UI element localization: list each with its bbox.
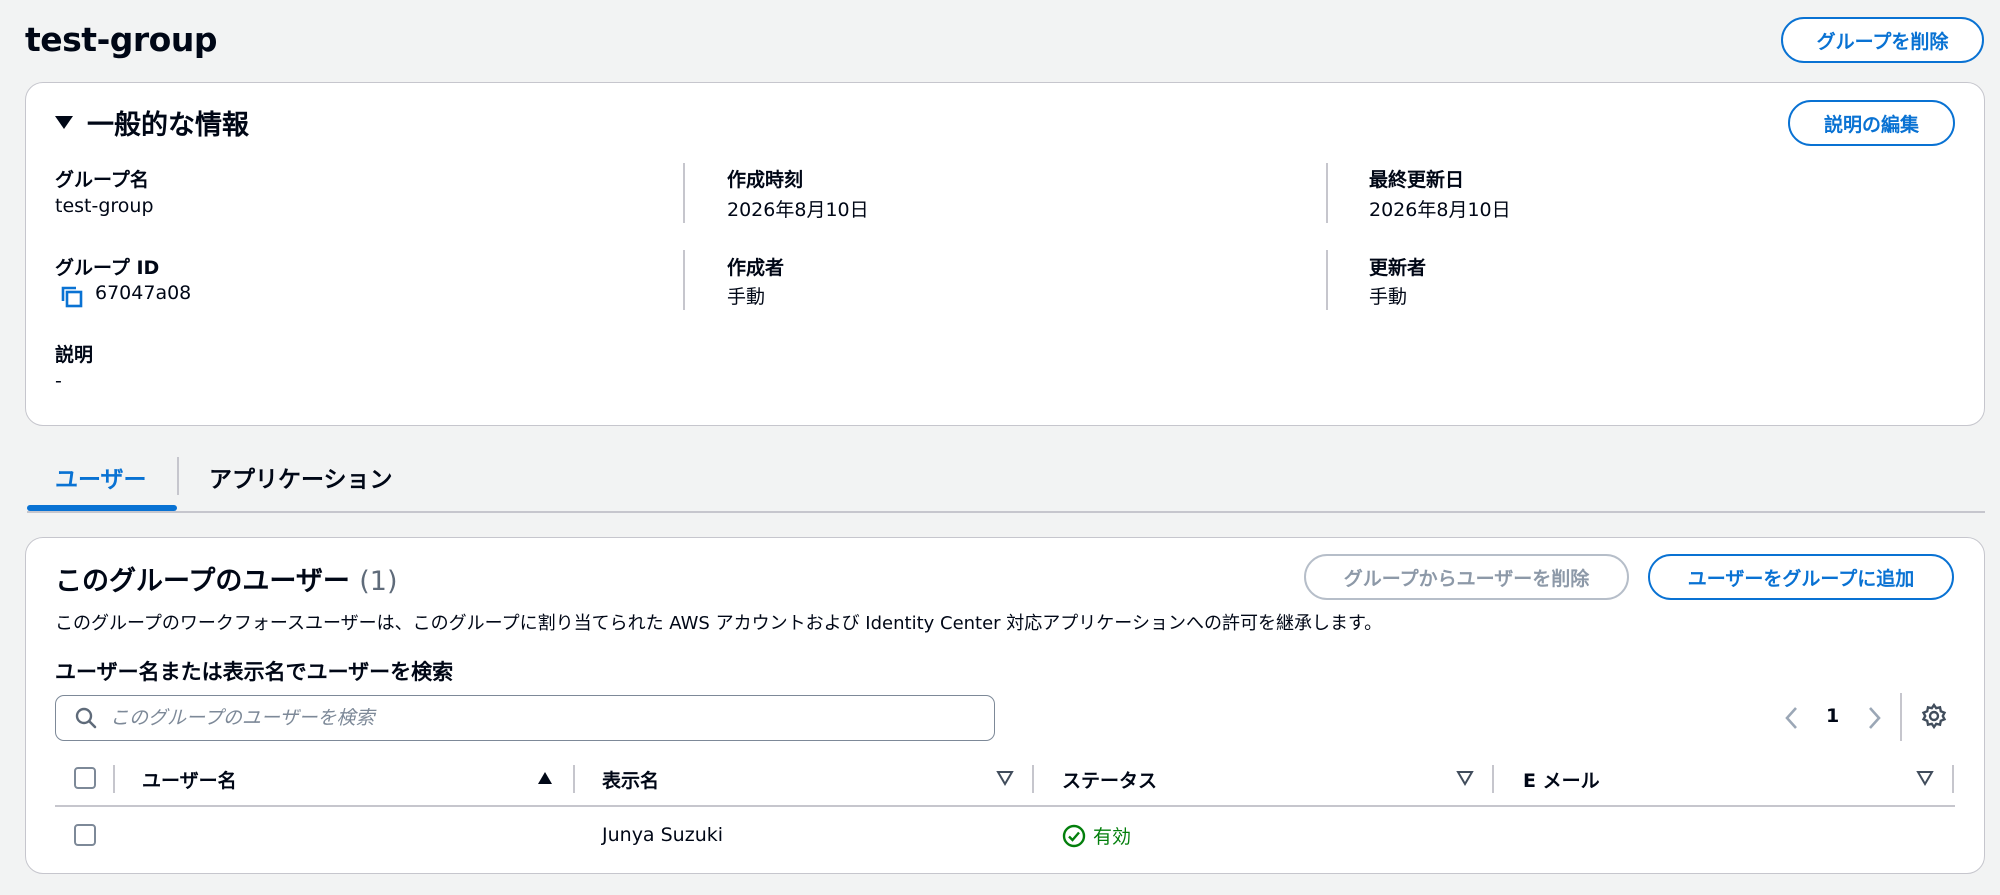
current-page[interactable]: 1 — [1826, 705, 1839, 727]
general-info-header[interactable]: 一般的な情報 — [55, 103, 249, 142]
column-divider — [683, 250, 685, 310]
column-divider — [1326, 250, 1328, 310]
active-tab-indicator — [27, 505, 177, 511]
add-user-button-label: ユーザーをグループに追加 — [1687, 567, 1915, 590]
users-panel-title: このグループのユーザー (1) — [55, 559, 398, 598]
status-label: 有効 — [1093, 826, 1132, 848]
group-id-value: 67047a08 — [95, 282, 192, 304]
column-divider — [1326, 163, 1328, 223]
gear-icon[interactable] — [1920, 702, 1948, 734]
search-field[interactable] — [55, 695, 995, 741]
group-id-label: グループ ID — [55, 257, 160, 279]
column-header-email[interactable]: E メール — [1523, 766, 1600, 793]
delete-group-button-label: グループを削除 — [1816, 30, 1949, 53]
created-at-label: 作成時刻 — [727, 169, 804, 191]
column-divider — [683, 163, 685, 223]
cell-status: 有効 — [1062, 822, 1131, 849]
cell-display-name: Junya Suzuki — [602, 824, 724, 846]
users-panel-description: このグループのワークフォースユーザーは、このグループに割り当てられた AWS ア… — [55, 613, 1383, 634]
add-user-button[interactable]: ユーザーをグループに追加 — [1648, 554, 1954, 600]
sort-ascending-icon[interactable] — [536, 770, 554, 790]
pager-divider — [1900, 693, 1902, 741]
remove-user-button-label: グループからユーザーを削除 — [1343, 567, 1590, 590]
triangle-down-icon[interactable] — [55, 116, 73, 129]
general-info-card — [25, 82, 1985, 426]
tab-applications[interactable]: アプリケーション — [209, 460, 393, 494]
select-all-checkbox[interactable] — [74, 767, 96, 789]
edit-description-button[interactable]: 説明の編集 — [1788, 100, 1955, 146]
tab-users[interactable]: ユーザー — [55, 460, 147, 494]
description-label: 説明 — [55, 344, 94, 366]
updated-by-value: 手動 — [1369, 286, 1408, 308]
search-icon — [74, 706, 98, 730]
updated-at-value: 2026年8月10日 — [1369, 199, 1511, 221]
table-header-divider — [55, 805, 1955, 807]
row-checkbox[interactable] — [74, 824, 96, 846]
general-info-title: 一般的な情報 — [87, 110, 249, 141]
copy-icon[interactable] — [58, 283, 86, 311]
table-row[interactable]: Junya Suzuki 有効 — [55, 808, 1955, 864]
sort-descending-icon[interactable] — [1456, 770, 1474, 790]
created-by-label: 作成者 — [727, 257, 785, 279]
column-header-display-name[interactable]: 表示名 — [602, 766, 659, 793]
tabs-baseline — [27, 511, 1985, 513]
chevron-left-icon[interactable] — [1782, 704, 1802, 736]
column-header-status[interactable]: ステータス — [1062, 766, 1157, 793]
column-separator — [1492, 765, 1494, 793]
edit-description-button-label: 説明の編集 — [1823, 113, 1919, 136]
sort-descending-icon[interactable] — [1916, 770, 1934, 790]
updated-by-label: 更新者 — [1369, 257, 1427, 279]
remove-user-button[interactable]: グループからユーザーを削除 — [1304, 554, 1629, 600]
column-separator — [113, 765, 115, 793]
column-header-username[interactable]: ユーザー名 — [142, 766, 237, 793]
tab-separator — [177, 457, 179, 495]
group-name-value: test-group — [55, 195, 154, 217]
group-name-label: グループ名 — [55, 169, 149, 191]
created-at-value: 2026年8月10日 — [727, 199, 869, 221]
description-value: - — [55, 370, 62, 392]
status-success-icon — [1062, 824, 1086, 848]
search-label: ユーザー名または表示名でユーザーを検索 — [55, 660, 454, 684]
users-count: (1) — [359, 566, 398, 597]
delete-group-button[interactable]: グループを削除 — [1781, 17, 1984, 63]
users-panel-title-text: このグループのユーザー — [55, 566, 350, 597]
column-separator — [573, 765, 575, 793]
search-input[interactable] — [110, 707, 970, 729]
column-separator — [1952, 765, 1954, 793]
created-by-value: 手動 — [727, 286, 766, 308]
updated-at-label: 最終更新日 — [1369, 169, 1465, 191]
page-title: test-group — [25, 20, 217, 59]
chevron-right-icon[interactable] — [1864, 704, 1884, 736]
column-separator — [1032, 765, 1034, 793]
sort-descending-icon[interactable] — [996, 770, 1014, 790]
